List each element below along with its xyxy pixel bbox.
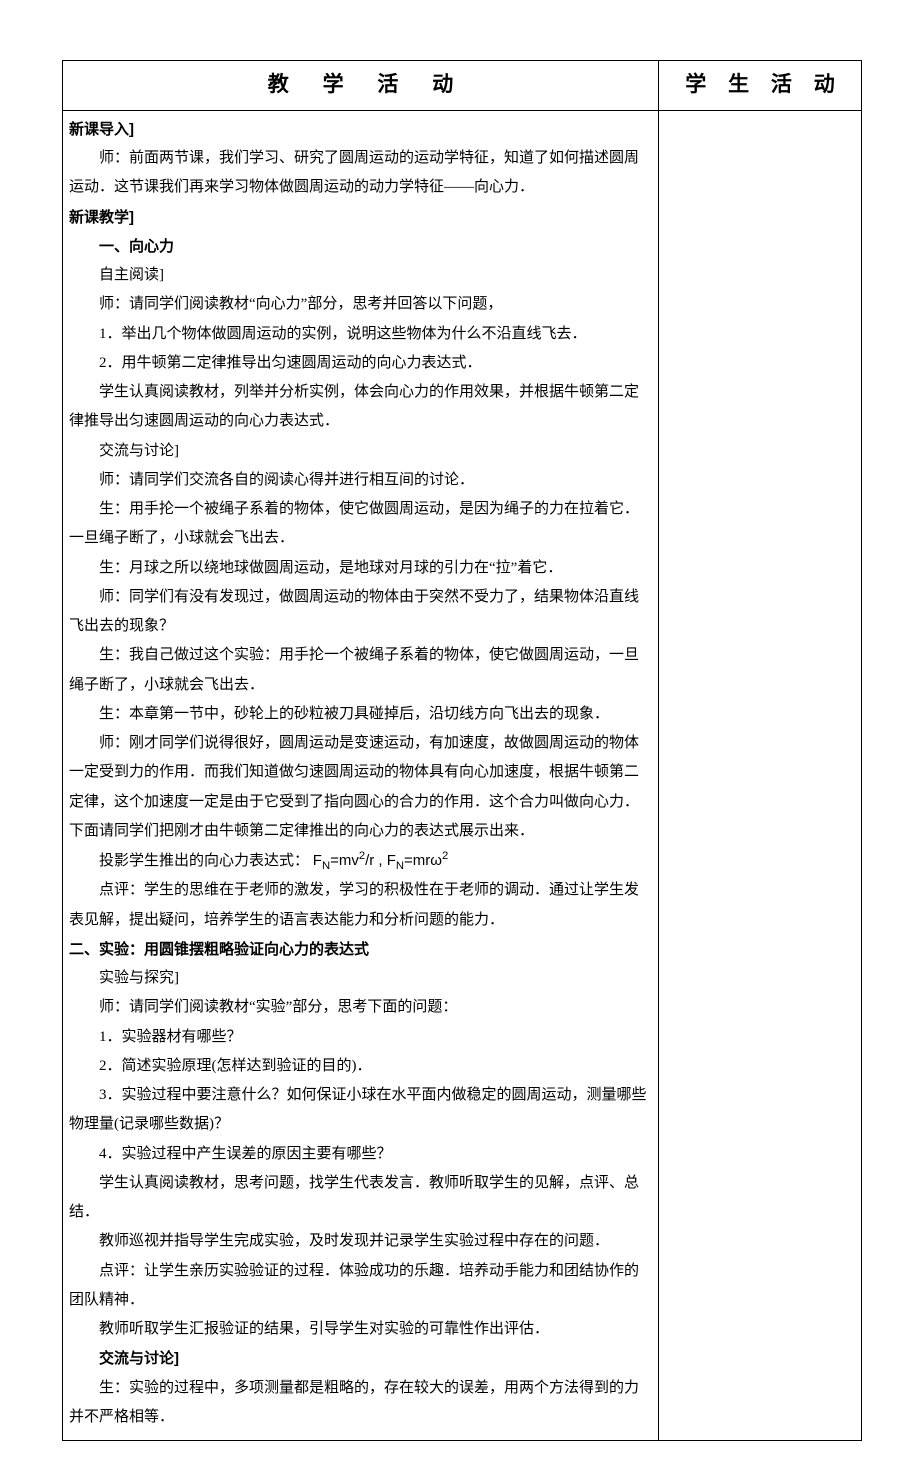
student-header-cell: 学 生 活 动	[659, 61, 862, 111]
student-activity-header: 学 生 活 动	[659, 61, 861, 110]
s2-q3: 3．实验过程中要注意什么？如何保证小球在水平面内做稳定的圆周运动，测量哪些物理量…	[69, 1081, 648, 1140]
new-lesson-heading: 新课教学]	[69, 203, 648, 232]
s2-q1: 1．实验器材有哪些？	[69, 1023, 648, 1052]
s2-q-intro: 师：请同学们阅读教材“实验”部分，思考下面的问题：	[69, 993, 648, 1022]
s1-teacher-1: 师：请同学们交流各自的阅读心得并进行相互间的讨论．	[69, 466, 648, 495]
eq1: =mv	[330, 852, 359, 869]
formula-line: 投影学生推出的向心力表达式： FN=mv2/r , FN=mrω2	[69, 846, 648, 876]
section2-title: 二、实验：用圆锥摆粗略验证向心力的表达式	[69, 935, 648, 964]
s2-comment: 点评：让学生亲历实验验证的过程．体验成功的乐趣．培养动手能力和团结协作的团队精神…	[69, 1257, 648, 1316]
teaching-header-cell: 教 学 活 动	[63, 61, 659, 111]
teaching-activity-header: 教 学 活 动	[63, 61, 658, 110]
two-column-table: 教 学 活 动 学 生 活 动 新课导入] 师：前面两节课，我们学习、研究了圆周…	[62, 60, 862, 1441]
eq2: =mrω	[404, 852, 442, 869]
s1-student-4: 生：本章第一节中，砂轮上的砂粒被刀具碰掉后，沿切线方向飞出去的现象．	[69, 700, 648, 729]
s1-teacher-2: 师：同学们有没有发现过，做圆周运动的物体由于突然不受力了，结果物体沿直线飞出去的…	[69, 583, 648, 642]
s2-teacher-guide: 教师巡视并指导学生完成实验，及时发现并记录学生实验过程中存在的问题．	[69, 1227, 648, 1256]
discuss-label-2: 交流与讨论]	[69, 1344, 648, 1373]
body-row: 新课导入] 师：前面两节课，我们学习、研究了圆周运动的运动学特征，知道了如何描述…	[63, 110, 862, 1440]
s2-student-discuss: 生：实验的过程中，多项测量都是粗略的，存在较大的误差，用两个方法得到的力并不严格…	[69, 1374, 648, 1433]
s1-student-reading: 学生认真阅读教材，列举并分析实例，体会向心力的作用效果，并根据牛顿第二定律推导出…	[69, 378, 648, 437]
formula-lead: 投影学生推出的向心力表达式：	[99, 853, 309, 869]
sub2: N	[396, 860, 404, 872]
student-body-cell	[659, 110, 862, 1440]
section1-title: 一、向心力	[69, 232, 648, 261]
s2-student-read: 学生认真阅读教材，思考问题，找学生代表发言．教师听取学生的见解，点评、总结．	[69, 1169, 648, 1228]
s1-comment: 点评：学生的思维在于老师的激发，学习的积极性在于老师的调动．通过让学生发表见解，…	[69, 876, 648, 935]
experiment-label: 实验与探究]	[69, 964, 648, 993]
s1-student-2: 生：月球之所以绕地球做圆周运动，是地球对月球的引力在“拉”着它．	[69, 554, 648, 583]
student-content	[659, 111, 861, 123]
page: 教 学 活 动 学 生 活 动 新课导入] 师：前面两节课，我们学习、研究了圆周…	[0, 0, 920, 1481]
header-row: 教 学 活 动 学 生 活 动	[63, 61, 862, 111]
s1-q-intro: 师：请同学们阅读教材“向心力”部分，思考并回答以下问题，	[69, 290, 648, 319]
centripetal-formula: FN=mv2/r , FN=mrω2	[313, 852, 449, 869]
teaching-body-cell: 新课导入] 师：前面两节课，我们学习、研究了圆周运动的运动学特征，知道了如何描述…	[63, 110, 659, 1440]
discuss-label-1: 交流与讨论]	[69, 437, 648, 466]
s2-q4: 4．实验过程中产生误差的原因主要有哪些？	[69, 1140, 648, 1169]
s1-student-3: 生：我自己做过这个实验：用手抡一个被绳子系着的物体，使它做圆周运动，一旦绳子断了…	[69, 641, 648, 700]
f1: F	[313, 852, 322, 869]
sub1: N	[322, 860, 330, 872]
self-reading-label: 自主阅读]	[69, 261, 648, 290]
s2-q2: 2．简述实验原理(怎样达到验证的目的)．	[69, 1052, 648, 1081]
intro-paragraph: 师：前面两节课，我们学习、研究了圆周运动的运动学特征，知道了如何描述圆周运动．这…	[69, 144, 648, 203]
s2-teacher-eval: 教师听取学生汇报验证的结果，引导学生对实验的可靠性作出评估．	[69, 1315, 648, 1344]
s1-teacher-3: 师：刚才同学们说得很好，圆周运动是变速运动，有加速度，故做圆周运动的物体一定受到…	[69, 729, 648, 846]
s1-q2: 2．用牛顿第二定律推导出匀速圆周运动的向心力表达式．	[69, 349, 648, 378]
mid: /r , F	[365, 852, 396, 869]
intro-heading: 新课导入]	[69, 115, 648, 144]
sup2: 2	[442, 850, 448, 862]
s1-student-1: 生：用手抡一个被绳子系着的物体，使它做圆周运动，是因为绳子的力在拉着它．一旦绳子…	[69, 495, 648, 554]
s1-q1: 1．举出几个物体做圆周运动的实例，说明这些物体为什么不沿直线飞去．	[69, 320, 648, 349]
teaching-content: 新课导入] 师：前面两节课，我们学习、研究了圆周运动的运动学特征，知道了如何描述…	[63, 111, 658, 1440]
